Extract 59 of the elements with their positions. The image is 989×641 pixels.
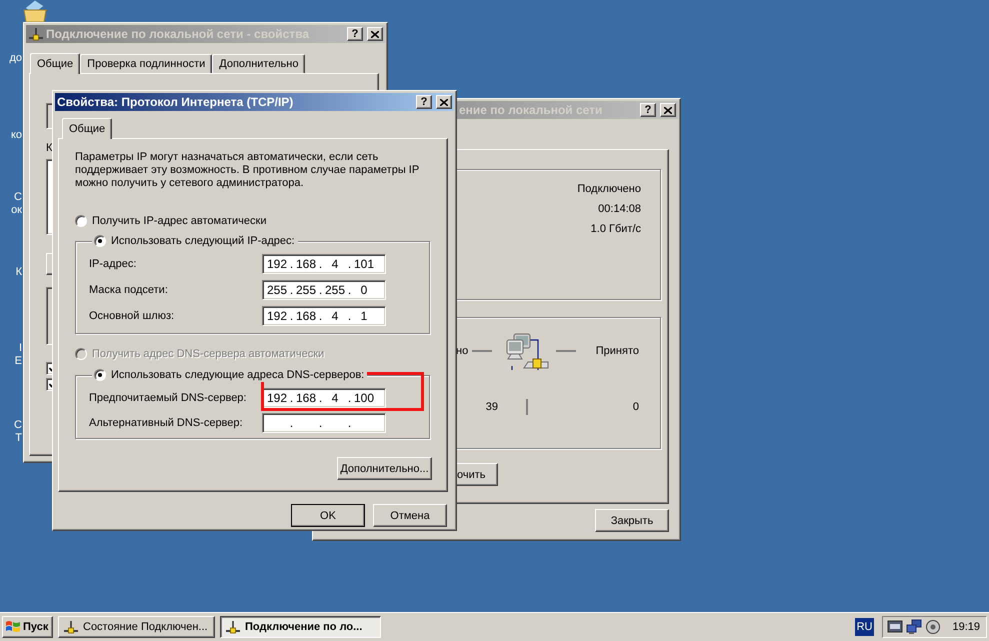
close-icon xyxy=(664,106,672,114)
close-button[interactable] xyxy=(436,95,452,109)
close-button[interactable] xyxy=(660,103,676,117)
sent-count: 39 xyxy=(484,401,498,413)
network-icon xyxy=(28,26,44,42)
icon-label: С xyxy=(13,191,22,204)
close-icon xyxy=(371,30,379,38)
dialog-button[interactable]: Отмена xyxy=(373,504,447,527)
advanced-button[interactable]: Дополнительно... xyxy=(337,457,432,480)
field-label: IP-адрес: xyxy=(89,258,138,270)
ip-address-field[interactable]: 192 . 168 . 4 . 100 xyxy=(262,388,386,408)
language-indicator[interactable]: RU xyxy=(854,618,874,636)
help-button[interactable]: ? xyxy=(640,103,656,117)
window-title: Свойства: Протокол Интернета (TCP/IP) xyxy=(57,95,294,109)
description-text: Параметры IP могут назначаться автоматически, если сеть поддерживает эту возможность. В противном случае параметры IP можно получить у сетевого администратора. xyxy=(75,151,420,190)
close-window-button[interactable]: Закрыть xyxy=(595,509,669,532)
ip-address-field[interactable]: 192 . 168 . 4 . 1 xyxy=(262,306,386,326)
received-count: 0 xyxy=(632,401,639,413)
radio-option[interactable]: Получить IP-адрес автоматически xyxy=(75,214,431,228)
icon-label: до xyxy=(9,52,22,65)
icon-label: Т xyxy=(14,432,22,445)
windows-logo-icon xyxy=(5,620,21,634)
status-value: 1.0 Гбит/с xyxy=(590,222,641,237)
disc-icon xyxy=(925,619,942,635)
tab[interactable]: Проверка подлинности xyxy=(80,54,212,73)
network-icon xyxy=(63,619,79,635)
network-icon xyxy=(225,619,241,635)
dialog-button[interactable]: OK xyxy=(291,504,365,527)
field-label: Маска подсети: xyxy=(89,284,169,296)
close-button[interactable] xyxy=(367,27,383,41)
network-computers-icon xyxy=(906,619,922,635)
field-label: Предпочитаемый DNS-сервер: xyxy=(89,392,248,404)
icon-label: ок xyxy=(11,204,22,217)
taskbar-button[interactable]: Подключение по ло... xyxy=(220,616,381,638)
clock: 19:19 xyxy=(952,621,980,633)
monitor-icon xyxy=(887,619,904,635)
ip-address-field[interactable]: 255 . 255 . 255 . 0 xyxy=(262,280,386,300)
help-button[interactable]: ? xyxy=(416,95,432,109)
icon-label: ко xyxy=(10,129,22,142)
icon-label: I xyxy=(18,342,22,355)
field-label: К xyxy=(46,141,52,155)
help-button[interactable]: ? xyxy=(347,27,363,41)
ip-address-field[interactable]: 192 . 168 . 4 . 101 xyxy=(262,254,386,274)
icon-label: E xyxy=(14,355,22,368)
received-label: Принято xyxy=(596,344,639,358)
tab[interactable]: Общие xyxy=(62,118,112,139)
close-icon xyxy=(440,98,448,106)
taskbar-button[interactable]: Состояние Подключен... xyxy=(58,616,215,638)
tab[interactable]: Дополнительно xyxy=(212,54,306,73)
status-value: 00:14:08 xyxy=(598,202,641,217)
start-button[interactable]: Пуск xyxy=(2,616,53,638)
tab[interactable]: Общие xyxy=(30,53,80,74)
field-label: Основной шлюз: xyxy=(89,310,176,322)
sent-label: но xyxy=(456,344,468,358)
icon-label: К xyxy=(16,266,22,279)
field-label: Альтернативный DNS-сервер: xyxy=(89,417,244,429)
ip-address-field[interactable]: . . . xyxy=(262,413,386,433)
icon-label: С xyxy=(14,419,22,432)
status-value: Подключено xyxy=(577,182,641,197)
